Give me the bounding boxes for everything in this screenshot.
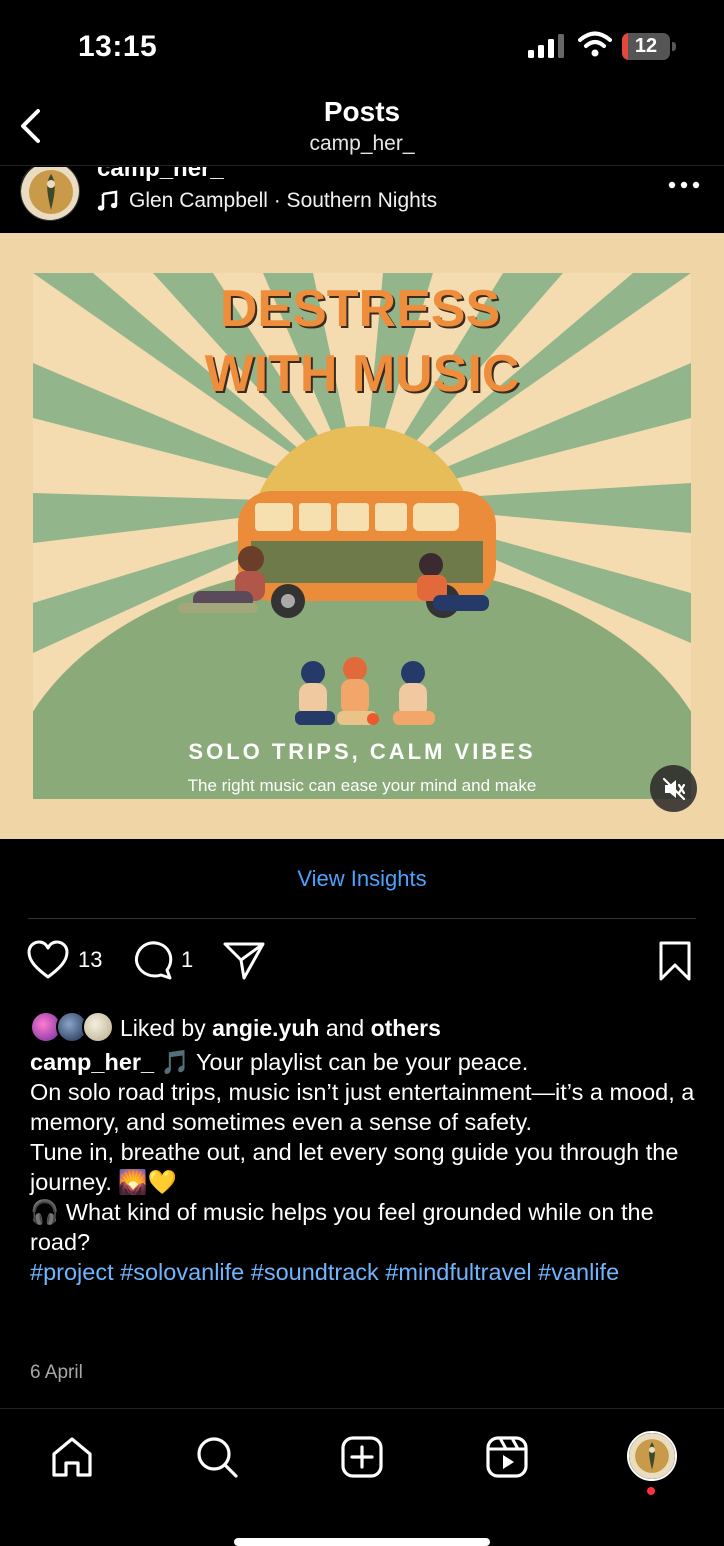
comment-icon	[134, 941, 173, 980]
tab-create[interactable]	[338, 1433, 386, 1481]
caption-line-3: Tune in, breathe out, and let every song…	[30, 1139, 679, 1195]
battery-indicator: 12	[622, 33, 676, 60]
caption-line-4: 🎧 What kind of music helps you feel grou…	[30, 1199, 654, 1255]
tab-profile[interactable]	[627, 1431, 677, 1481]
post-caption: camp_her_ 🎵 Your playlist can be your pe…	[30, 1047, 700, 1287]
comment-button[interactable]: 1	[133, 940, 193, 980]
divider	[28, 918, 696, 919]
music-note-icon	[97, 190, 118, 211]
battery-nub	[672, 42, 676, 51]
liked-by-username[interactable]: angie.yuh	[212, 1015, 319, 1042]
cellular-signal-icon	[528, 34, 564, 58]
reels-icon	[486, 1436, 528, 1478]
post-music-attribution[interactable]: Glen Campbell · Southern Nights	[97, 189, 437, 213]
caption-line-2: On solo road trips, music isn’t just ent…	[30, 1079, 695, 1135]
caption-first-line: camp_her_ 🎵 Your playlist can be your pe…	[30, 1047, 700, 1077]
search-icon	[197, 1437, 238, 1478]
tab-home[interactable]	[48, 1433, 96, 1481]
liked-by-prefix: Liked by	[120, 1014, 206, 1041]
liker-avatars	[30, 1011, 116, 1045]
speaker-muted-icon	[662, 777, 685, 800]
home-indicator	[234, 1538, 490, 1546]
insights-section: View Insights	[0, 840, 724, 920]
view-insights-link[interactable]: View Insights	[0, 866, 724, 892]
page-title: Posts	[323, 96, 401, 127]
battery-percent: 12	[634, 35, 658, 57]
mute-button[interactable]	[650, 765, 697, 812]
home-icon	[52, 1437, 92, 1477]
post-author-username[interactable]: camp_her_	[97, 167, 224, 183]
page-subtitle: camp_her_	[309, 132, 415, 155]
post-date: 6 April	[30, 1362, 83, 1383]
more-options-icon[interactable]	[664, 171, 704, 199]
headline-line-2: WITH MUSIC	[205, 345, 520, 403]
liked-by-row[interactable]: Liked by angie.yuh and others	[30, 1010, 710, 1046]
media-tagline: SOLO TRIPS, CALM VIBES	[188, 739, 535, 764]
status-bar: 13:15 12	[0, 0, 724, 92]
media-body-line-2: the road feel like home.	[274, 800, 451, 819]
battery-icon: 12	[622, 33, 670, 60]
comment-count: 1	[181, 947, 194, 972]
tab-search[interactable]	[193, 1433, 241, 1481]
bookmark-icon	[659, 941, 691, 981]
bottom-tab-bar	[0, 1408, 724, 1546]
camp-her-logo	[21, 167, 79, 220]
headline-line-1: DESTRESS	[220, 280, 500, 338]
liked-by-others[interactable]: others	[371, 1015, 441, 1042]
heart-icon	[27, 940, 69, 979]
like-count: 13	[78, 947, 103, 972]
author-avatar[interactable]	[20, 167, 80, 221]
liked-by-and: and	[325, 1014, 365, 1041]
nav-header: Posts camp_her_	[0, 92, 724, 166]
status-time: 13:15	[78, 30, 158, 63]
create-icon	[341, 1436, 383, 1478]
like-button[interactable]: 13	[26, 940, 102, 980]
notification-dot	[647, 1487, 655, 1495]
post-actions: 13 1	[0, 940, 724, 992]
profile-avatar	[629, 1433, 675, 1479]
liker-avatar	[82, 1011, 114, 1043]
caption-line-1: 🎵 Your playlist can be your peace.	[160, 1049, 529, 1075]
save-button[interactable]	[656, 940, 694, 982]
wifi-icon	[578, 31, 612, 57]
caption-hashtags[interactable]: #project #solovanlife #soundtrack #mindf…	[30, 1257, 700, 1287]
post-media[interactable]: DESTRESS DESTRESS WITH MUSIC WITH MUSIC …	[0, 233, 724, 839]
post-header: camp_her_ Glen Campbell · Southern Night…	[0, 167, 724, 233]
paper-plane-icon	[223, 942, 265, 980]
caption-username[interactable]: camp_her_	[30, 1049, 154, 1075]
share-button[interactable]	[222, 940, 266, 982]
media-body-line-1: The right music can ease your mind and m…	[188, 776, 537, 795]
music-track-label: Glen Campbell · Southern Nights	[129, 189, 438, 212]
tab-reels[interactable]	[483, 1433, 531, 1481]
